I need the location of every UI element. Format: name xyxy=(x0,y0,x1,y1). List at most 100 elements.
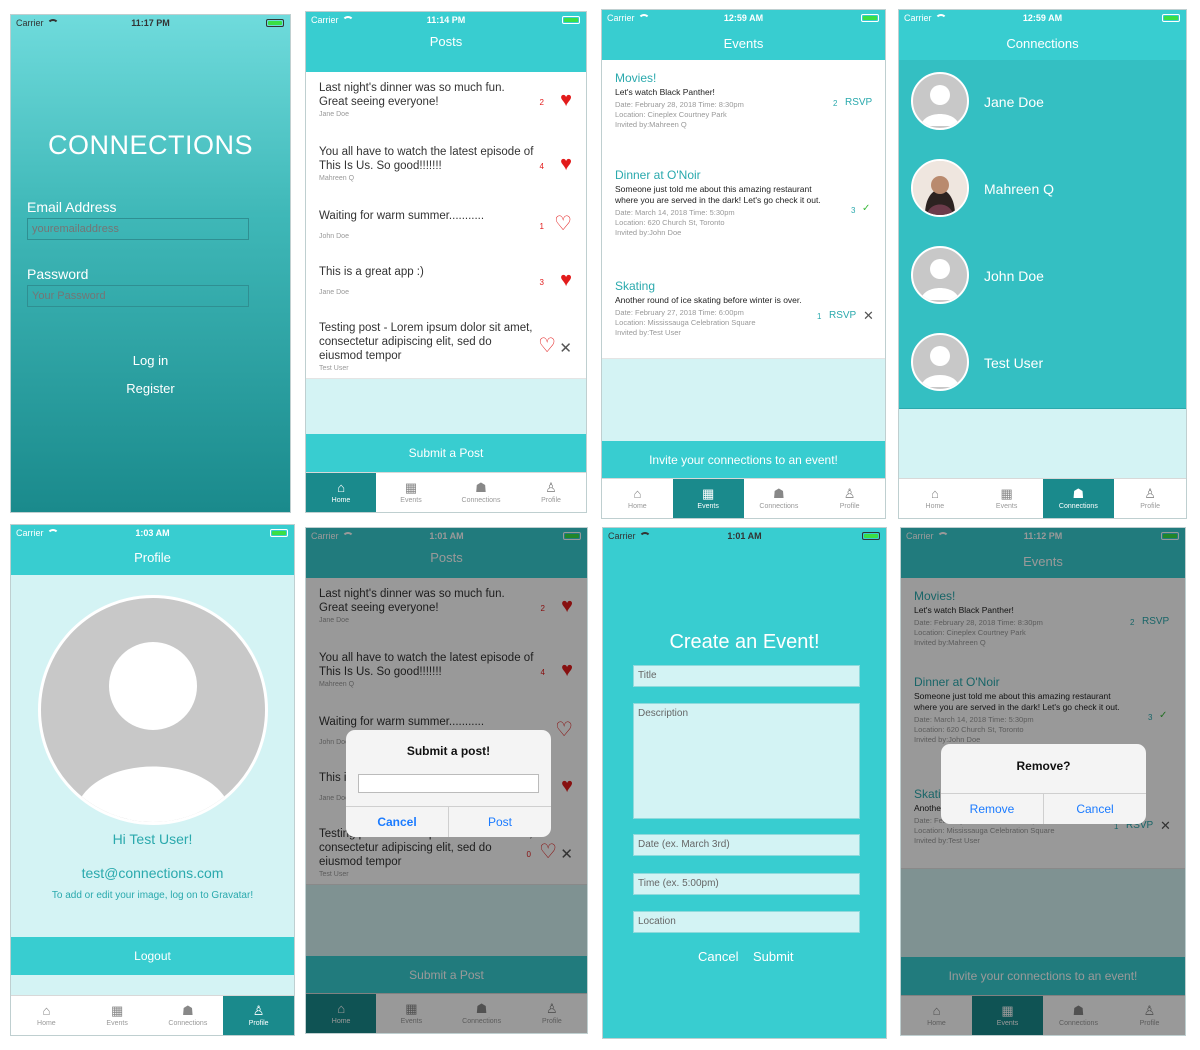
tab-home[interactable]: ⌂ Home xyxy=(11,996,82,1035)
connection-item[interactable]: Mahreen Q xyxy=(899,147,1186,235)
logout-button[interactable]: Logout xyxy=(11,937,294,975)
heart-filled-icon[interactable]: ♥ xyxy=(560,270,572,290)
like-count: 2 xyxy=(539,98,544,107)
status-time: 1:03 AM xyxy=(135,528,170,538)
register-button[interactable]: Register xyxy=(11,381,290,396)
status-bar: Carrier 11:17 PM xyxy=(11,15,290,31)
page-title: Connections xyxy=(1006,36,1079,51)
event-item: Movies! Let's watch Black Panther! Date: … xyxy=(602,60,885,158)
tab-events[interactable]: ▦ Events xyxy=(971,479,1043,518)
tab-home[interactable]: ⌂ Home xyxy=(602,479,673,518)
delete-icon[interactable]: ✕ xyxy=(863,308,874,324)
heart-outline-icon[interactable]: ♡ xyxy=(538,336,556,356)
submit-button[interactable]: Submit xyxy=(753,949,793,964)
cancel-button[interactable]: Cancel xyxy=(346,806,449,837)
heart-filled-icon[interactable]: ♥ xyxy=(560,154,572,174)
tab-profile[interactable]: ♙ Profile xyxy=(814,479,885,518)
post-button[interactable]: Post xyxy=(449,806,551,837)
post-item: Waiting for warm summer........... John D… xyxy=(306,200,586,257)
attending-check-icon[interactable]: ✓ xyxy=(862,203,870,214)
connection-item[interactable]: John Doe xyxy=(899,234,1186,322)
tab-profile[interactable]: ♙ Profile xyxy=(1114,479,1186,518)
posts-screen: Carrier 11:14 PM Posts Last night's dinn… xyxy=(305,11,587,513)
connection-item[interactable]: Jane Doe xyxy=(899,60,1186,148)
submit-post-button[interactable]: Submit a Post xyxy=(306,434,586,472)
connection-name: Mahreen Q xyxy=(984,181,1055,197)
tab-home[interactable]: ⌂ Home xyxy=(899,479,971,518)
post-author: Mahreen Q xyxy=(319,175,355,182)
post-text-input[interactable] xyxy=(358,774,539,793)
invite-button[interactable]: Invite your connections to an event! xyxy=(602,441,885,480)
tab-profile[interactable]: ♙ Profile xyxy=(223,996,294,1035)
page-title: Profile xyxy=(134,550,171,565)
status-time: 12:59 AM xyxy=(723,13,764,23)
title-field[interactable]: Title xyxy=(633,665,860,687)
avatar xyxy=(911,246,969,304)
delete-icon[interactable]: ✕ xyxy=(559,339,572,357)
status-time: 1:01 AM xyxy=(727,531,762,541)
email-label: Email Address xyxy=(27,199,117,215)
cancel-button[interactable]: Cancel xyxy=(698,949,738,964)
event-desc: Someone just told me about this amazing … xyxy=(615,184,821,205)
password-field[interactable] xyxy=(27,285,249,307)
rsvp-button[interactable]: RSVP xyxy=(845,97,872,108)
email-field[interactable] xyxy=(27,218,249,240)
person-icon: ♙ xyxy=(545,480,557,495)
event-item: Skating Another round of ice skating bef… xyxy=(602,268,885,359)
status-bar: Carrier 1:03 AM xyxy=(11,525,294,541)
nav-bar: Carrier 1:03 AM Profile xyxy=(11,525,294,575)
cancel-button[interactable]: Cancel xyxy=(1044,793,1146,824)
connection-item[interactable]: Test User xyxy=(899,321,1186,409)
event-title: Skating xyxy=(615,279,656,293)
heart-filled-icon[interactable]: ♥ xyxy=(560,90,572,110)
dialog-title: Submit a post! xyxy=(406,744,491,758)
tab-bar: ⌂ Home ▦ Events ☗ Connections ♙ Profile xyxy=(899,478,1186,518)
post-item: You all have to watch the latest episode… xyxy=(306,136,586,201)
tab-profile[interactable]: ♙ Profile xyxy=(516,473,586,512)
calendar-icon: ▦ xyxy=(1000,486,1013,501)
tab-connections[interactable]: ☗ Connections xyxy=(744,479,815,518)
tab-connections[interactable]: ☗ Connections xyxy=(153,996,224,1035)
connection-name: John Doe xyxy=(984,268,1044,284)
location-field[interactable]: Location xyxy=(633,911,860,933)
like-count: 4 xyxy=(539,162,544,171)
create-event-heading: Create an Event! xyxy=(669,631,820,653)
event-date: Date: March 14, 2018 Time: 5:30pm xyxy=(615,208,735,217)
status-bar: Carrier 12:59 AM xyxy=(899,10,1186,26)
events-screen: Carrier 12:59 AM Events Movies! Let's wa… xyxy=(601,9,886,519)
tab-events[interactable]: ▦ Events xyxy=(82,996,153,1035)
profile-email: test@connections.com xyxy=(81,865,224,881)
avatar xyxy=(911,333,969,391)
tab-bar: ⌂ Home ▦ Events ☗ Connections ♙ Profile xyxy=(306,472,586,512)
date-field[interactable]: Date (ex. March 3rd) xyxy=(633,834,860,856)
post-text: Waiting for warm summer........... xyxy=(319,210,485,222)
status-time: 11:14 PM xyxy=(426,15,466,25)
connection-name: Jane Doe xyxy=(984,94,1044,110)
create-event-screen: Carrier 1:01 AM Create an Event! Title D… xyxy=(602,527,887,1039)
tab-connections[interactable]: ☗ Connections xyxy=(446,473,516,512)
rsvp-button[interactable]: RSVP xyxy=(829,310,856,321)
event-location: Location: 620 Church St, Toronto xyxy=(615,218,725,227)
person-icon: ♙ xyxy=(843,486,856,501)
event-item: Dinner at O'Noir Someone just told me ab… xyxy=(602,157,885,269)
profile-avatar xyxy=(38,595,268,825)
tab-connections[interactable]: ☗ Connections xyxy=(1042,479,1115,518)
like-count: 1 xyxy=(539,222,544,231)
battery-icon xyxy=(270,529,288,537)
tab-bar: ⌂ Home ▦ Events ☗ Connections ♙ Profile xyxy=(602,478,885,518)
tab-events[interactable]: ▦ Events xyxy=(672,479,744,518)
post-text: Last night's dinner was so much fun. Gre… xyxy=(319,82,505,108)
description-field[interactable]: Description xyxy=(633,703,860,819)
time-field[interactable]: Time (ex. 5:00pm) xyxy=(633,873,860,895)
tab-home[interactable]: ⌂ Home xyxy=(306,473,376,512)
event-date: Date: February 27, 2018 Time: 6:00pm xyxy=(615,308,744,317)
tab-events[interactable]: ▦ Events xyxy=(376,473,446,512)
battery-icon xyxy=(862,532,880,540)
post-text: This is a great app :) xyxy=(319,266,424,278)
people-icon: ☗ xyxy=(773,486,785,501)
post-author: Test User xyxy=(319,365,349,372)
login-button[interactable]: Log in xyxy=(11,353,290,368)
post-text: Testing post - Lorem ipsum dolor sit ame… xyxy=(319,322,533,362)
heart-outline-icon[interactable]: ♡ xyxy=(554,214,572,234)
remove-button[interactable]: Remove xyxy=(941,793,1044,824)
